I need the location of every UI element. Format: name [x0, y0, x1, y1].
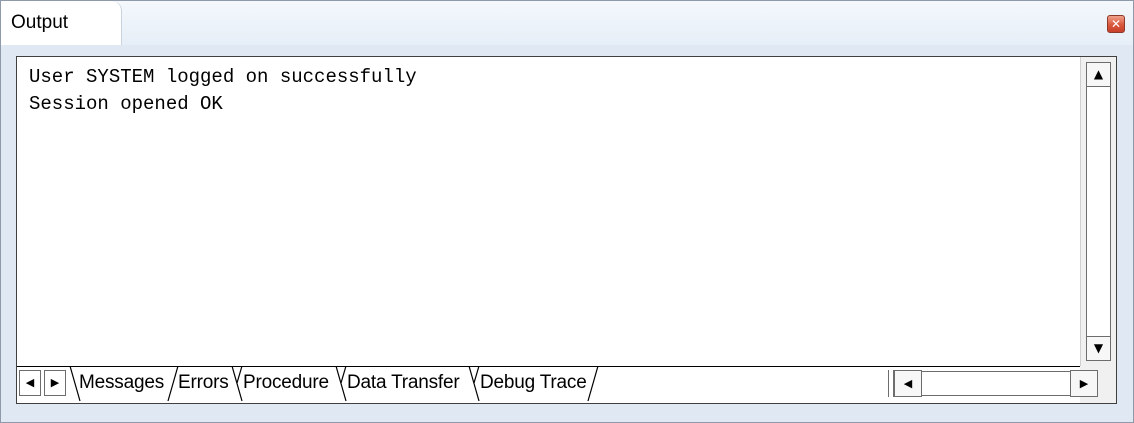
title-tab: Output	[1, 1, 122, 45]
output-panel: User SYSTEM logged on successfully Sessi…	[16, 56, 1117, 404]
tab-data-transfer[interactable]: Data Transfer	[347, 366, 460, 402]
tab-procedure[interactable]: Procedure	[243, 366, 329, 402]
close-icon: ✕	[1110, 17, 1122, 31]
status-bar	[16, 404, 1117, 418]
tab-separator	[335, 366, 347, 402]
scroll-up-button[interactable]: ▲	[1086, 62, 1111, 87]
arrow-down-icon: ▼	[1093, 341, 1104, 355]
arrow-right-icon: ▶	[50, 376, 60, 389]
tab-next-button[interactable]: ▶	[44, 370, 66, 396]
tab-prev-button[interactable]: ◀	[19, 370, 41, 396]
arrow-left-icon: ◀	[903, 377, 913, 390]
arrow-left-icon: ◀	[25, 376, 35, 389]
output-text-area[interactable]: User SYSTEM logged on successfully Sessi…	[17, 57, 1080, 366]
scrollbar-corner: ▶	[1070, 366, 1116, 403]
arrow-up-icon: ▲	[1093, 67, 1104, 81]
tab-errors[interactable]: Errors	[178, 366, 229, 402]
tab-separator	[231, 366, 243, 402]
tab-separator	[468, 366, 480, 402]
tab-bar: ◀ ▶ Messages Errors Procedure Data Trans…	[17, 366, 1116, 403]
horizontal-scroll-track[interactable]	[922, 371, 1070, 396]
close-button[interactable]: ✕	[1107, 15, 1125, 33]
scroll-right-button[interactable]: ▶	[1070, 370, 1098, 397]
tab-messages[interactable]: Messages	[79, 366, 164, 402]
output-line: User SYSTEM logged on successfully	[29, 66, 417, 88]
tab-separator	[587, 366, 599, 402]
scroll-down-button[interactable]: ▼	[1086, 336, 1111, 361]
output-line: Session opened OK	[29, 93, 223, 115]
title-bar: Output ✕	[1, 1, 1133, 45]
vertical-scroll-track[interactable]	[1086, 87, 1111, 336]
arrow-right-icon: ▶	[1079, 377, 1089, 390]
output-window: Output ✕ User SYSTEM logged on successfu…	[0, 0, 1134, 423]
scroll-left-button[interactable]: ◀	[894, 370, 922, 397]
window-title: Output	[11, 12, 69, 33]
vertical-scrollbar[interactable]: ▲ ▼	[1080, 57, 1116, 366]
tab-debug-trace[interactable]: Debug Trace	[480, 366, 587, 402]
